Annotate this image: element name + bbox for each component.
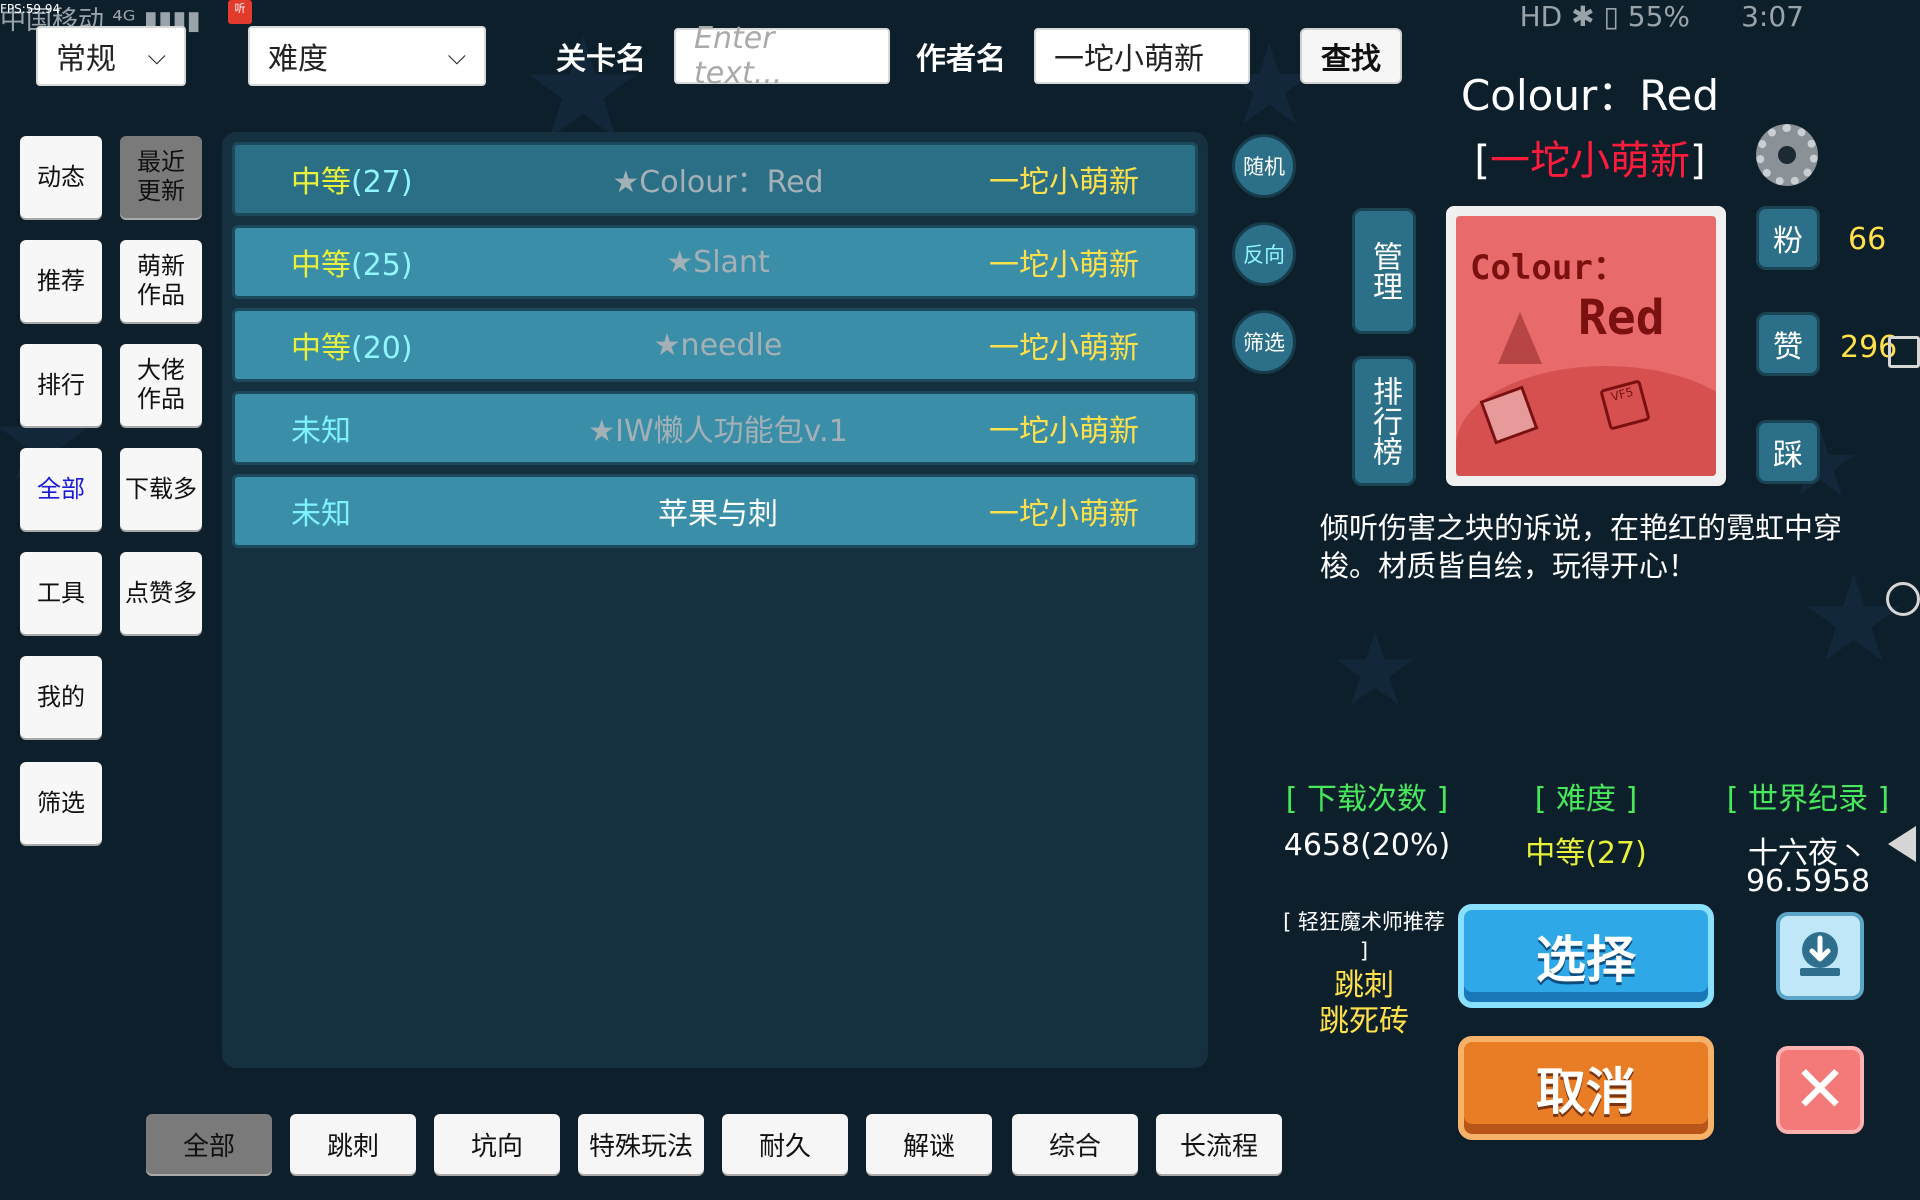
cover-text: Colour： <box>1470 248 1627 288</box>
level-title: Colour：Red <box>1460 71 1720 120</box>
nav-most-downloads[interactable]: 下载多 <box>120 448 202 530</box>
downloads-value: 4658(20%) <box>1283 828 1451 863</box>
tag-long[interactable]: 长流程 <box>1156 1114 1282 1174</box>
dislike-button[interactable]: 踩 <box>1756 420 1820 484</box>
nav-ranking[interactable]: 排行 <box>20 344 102 426</box>
row-author: 一坨小萌新 <box>989 165 1139 200</box>
nav-newbie-works[interactable]: 萌新作品 <box>120 240 202 322</box>
nav-recommend[interactable]: 推荐 <box>20 240 102 322</box>
nav-pro-works[interactable]: 大佬作品 <box>120 344 202 426</box>
level-list-panel: 中等(27) ★Colour：Red 一坨小萌新 中等(25) ★Slant 一… <box>222 132 1208 1068</box>
author-name-label: 作者名 <box>916 42 1006 77</box>
fps-counter: FPS:59.94 <box>0 2 61 16</box>
row-author: 一坨小萌新 <box>989 248 1139 283</box>
list-item[interactable]: 中等(20) ★needle 一坨小萌新 <box>232 308 1198 382</box>
background-star: ★ <box>1330 611 1420 728</box>
spike-icon <box>1498 312 1542 364</box>
download-icon[interactable] <box>1776 912 1864 1000</box>
like-button[interactable]: 赞 <box>1756 312 1820 376</box>
cancel-button[interactable]: 取消 <box>1458 1036 1714 1140</box>
list-item[interactable]: 未知 苹果与刺 一坨小萌新 <box>232 474 1198 548</box>
close-icon[interactable]: ✕ <box>1776 1046 1864 1134</box>
row-author: 一坨小萌新 <box>989 414 1139 449</box>
nav-recent-updates[interactable]: 最近更新 <box>120 136 202 218</box>
tag-puzzle[interactable]: 解谜 <box>866 1114 992 1174</box>
world-record-time: 96.5958 <box>1745 864 1871 899</box>
list-item[interactable]: 中等(25) ★Slant 一坨小萌新 <box>232 225 1198 299</box>
home-nav-icon[interactable] <box>1886 582 1920 616</box>
recommend-tags: 跳刺 跳死砖 <box>1276 968 1452 1040</box>
app-badge: 听 <box>228 0 252 24</box>
nav-tools[interactable]: 工具 <box>20 552 102 634</box>
nav-all[interactable]: 全部 <box>20 448 102 530</box>
nav-mine[interactable]: 我的 <box>20 656 102 738</box>
tag-all[interactable]: 全部 <box>146 1114 272 1174</box>
mode-select-value: 常规 <box>56 42 116 77</box>
recommend-tag: 跳刺 <box>1334 968 1394 1003</box>
nav-feed[interactable]: 动态 <box>20 136 102 218</box>
gear-icon[interactable] <box>1756 124 1818 186</box>
level-name-input[interactable]: Enter text... <box>674 21 890 91</box>
recommend-tag: 跳死砖 <box>1319 1004 1409 1039</box>
level-author[interactable]: [一坨小萌新] <box>1390 128 1790 186</box>
manage-button[interactable]: 管理 <box>1352 208 1416 334</box>
recents-nav-icon[interactable] <box>1888 336 1920 368</box>
mode-select[interactable]: 常规 ⌵ <box>36 26 186 86</box>
back-nav-icon[interactable] <box>1888 826 1916 862</box>
tag-mixed[interactable]: 综合 <box>1012 1114 1138 1174</box>
level-name-label: 关卡名 <box>556 42 646 77</box>
status-indicators: HD ✱ ▯ 55% <box>1519 0 1690 33</box>
level-description: 倾听伤害之块的诉说，在艳红的霓虹中穿梭。材质皆自绘，玩得开心！ <box>1320 511 1843 583</box>
random-button[interactable]: 随机 <box>1232 134 1296 198</box>
tag-special[interactable]: 特殊玩法 <box>578 1114 704 1174</box>
row-author: 一坨小萌新 <box>989 331 1139 366</box>
ranking-button[interactable]: 排行榜 <box>1352 356 1416 486</box>
downloads-heading: [ 下载次数 ] <box>1285 782 1449 817</box>
select-button[interactable]: 选择 <box>1458 904 1714 1008</box>
filter-round-button[interactable]: 筛选 <box>1232 310 1296 374</box>
list-item[interactable]: 中等(27) ★Colour：Red 一坨小萌新 <box>232 142 1198 216</box>
world-record-heading: [ 世界纪录 ] <box>1726 782 1890 817</box>
fans-button[interactable]: 粉 <box>1756 206 1820 270</box>
difficulty-select-value: 难度 <box>268 42 328 77</box>
search-button[interactable]: 查找 <box>1300 28 1402 84</box>
status-time: 3:07 <box>1741 0 1804 33</box>
tag-trap[interactable]: 坑向 <box>434 1114 560 1174</box>
tag-endurance[interactable]: 耐久 <box>722 1114 848 1174</box>
author-name-input[interactable]: 一坨小萌新 <box>1034 28 1250 84</box>
level-cover-image: Colour： Red VF5 <box>1446 206 1726 486</box>
difficulty-heading: [ 难度 ] <box>1534 782 1638 817</box>
chevron-down-icon: ⌵ <box>447 42 466 70</box>
recommend-title: [ 轻狂魔术师推荐 ] <box>1283 910 1445 964</box>
cover-text: Red <box>1578 290 1665 346</box>
reverse-button[interactable]: 反向 <box>1232 222 1296 286</box>
row-author: 一坨小萌新 <box>989 497 1139 532</box>
fans-count: 66 <box>1848 222 1887 257</box>
difficulty-value: 中等(27) <box>1525 836 1647 871</box>
difficulty-select[interactable]: 难度 ⌵ <box>248 26 486 86</box>
tag-jump-spike[interactable]: 跳刺 <box>290 1114 416 1174</box>
list-item[interactable]: 未知 ★IW懒人功能包v.1 一坨小萌新 <box>232 391 1198 465</box>
chevron-down-icon: ⌵ <box>147 42 166 70</box>
nav-most-likes[interactable]: 点赞多 <box>120 552 202 634</box>
nav-filter[interactable]: 筛选 <box>20 762 102 844</box>
